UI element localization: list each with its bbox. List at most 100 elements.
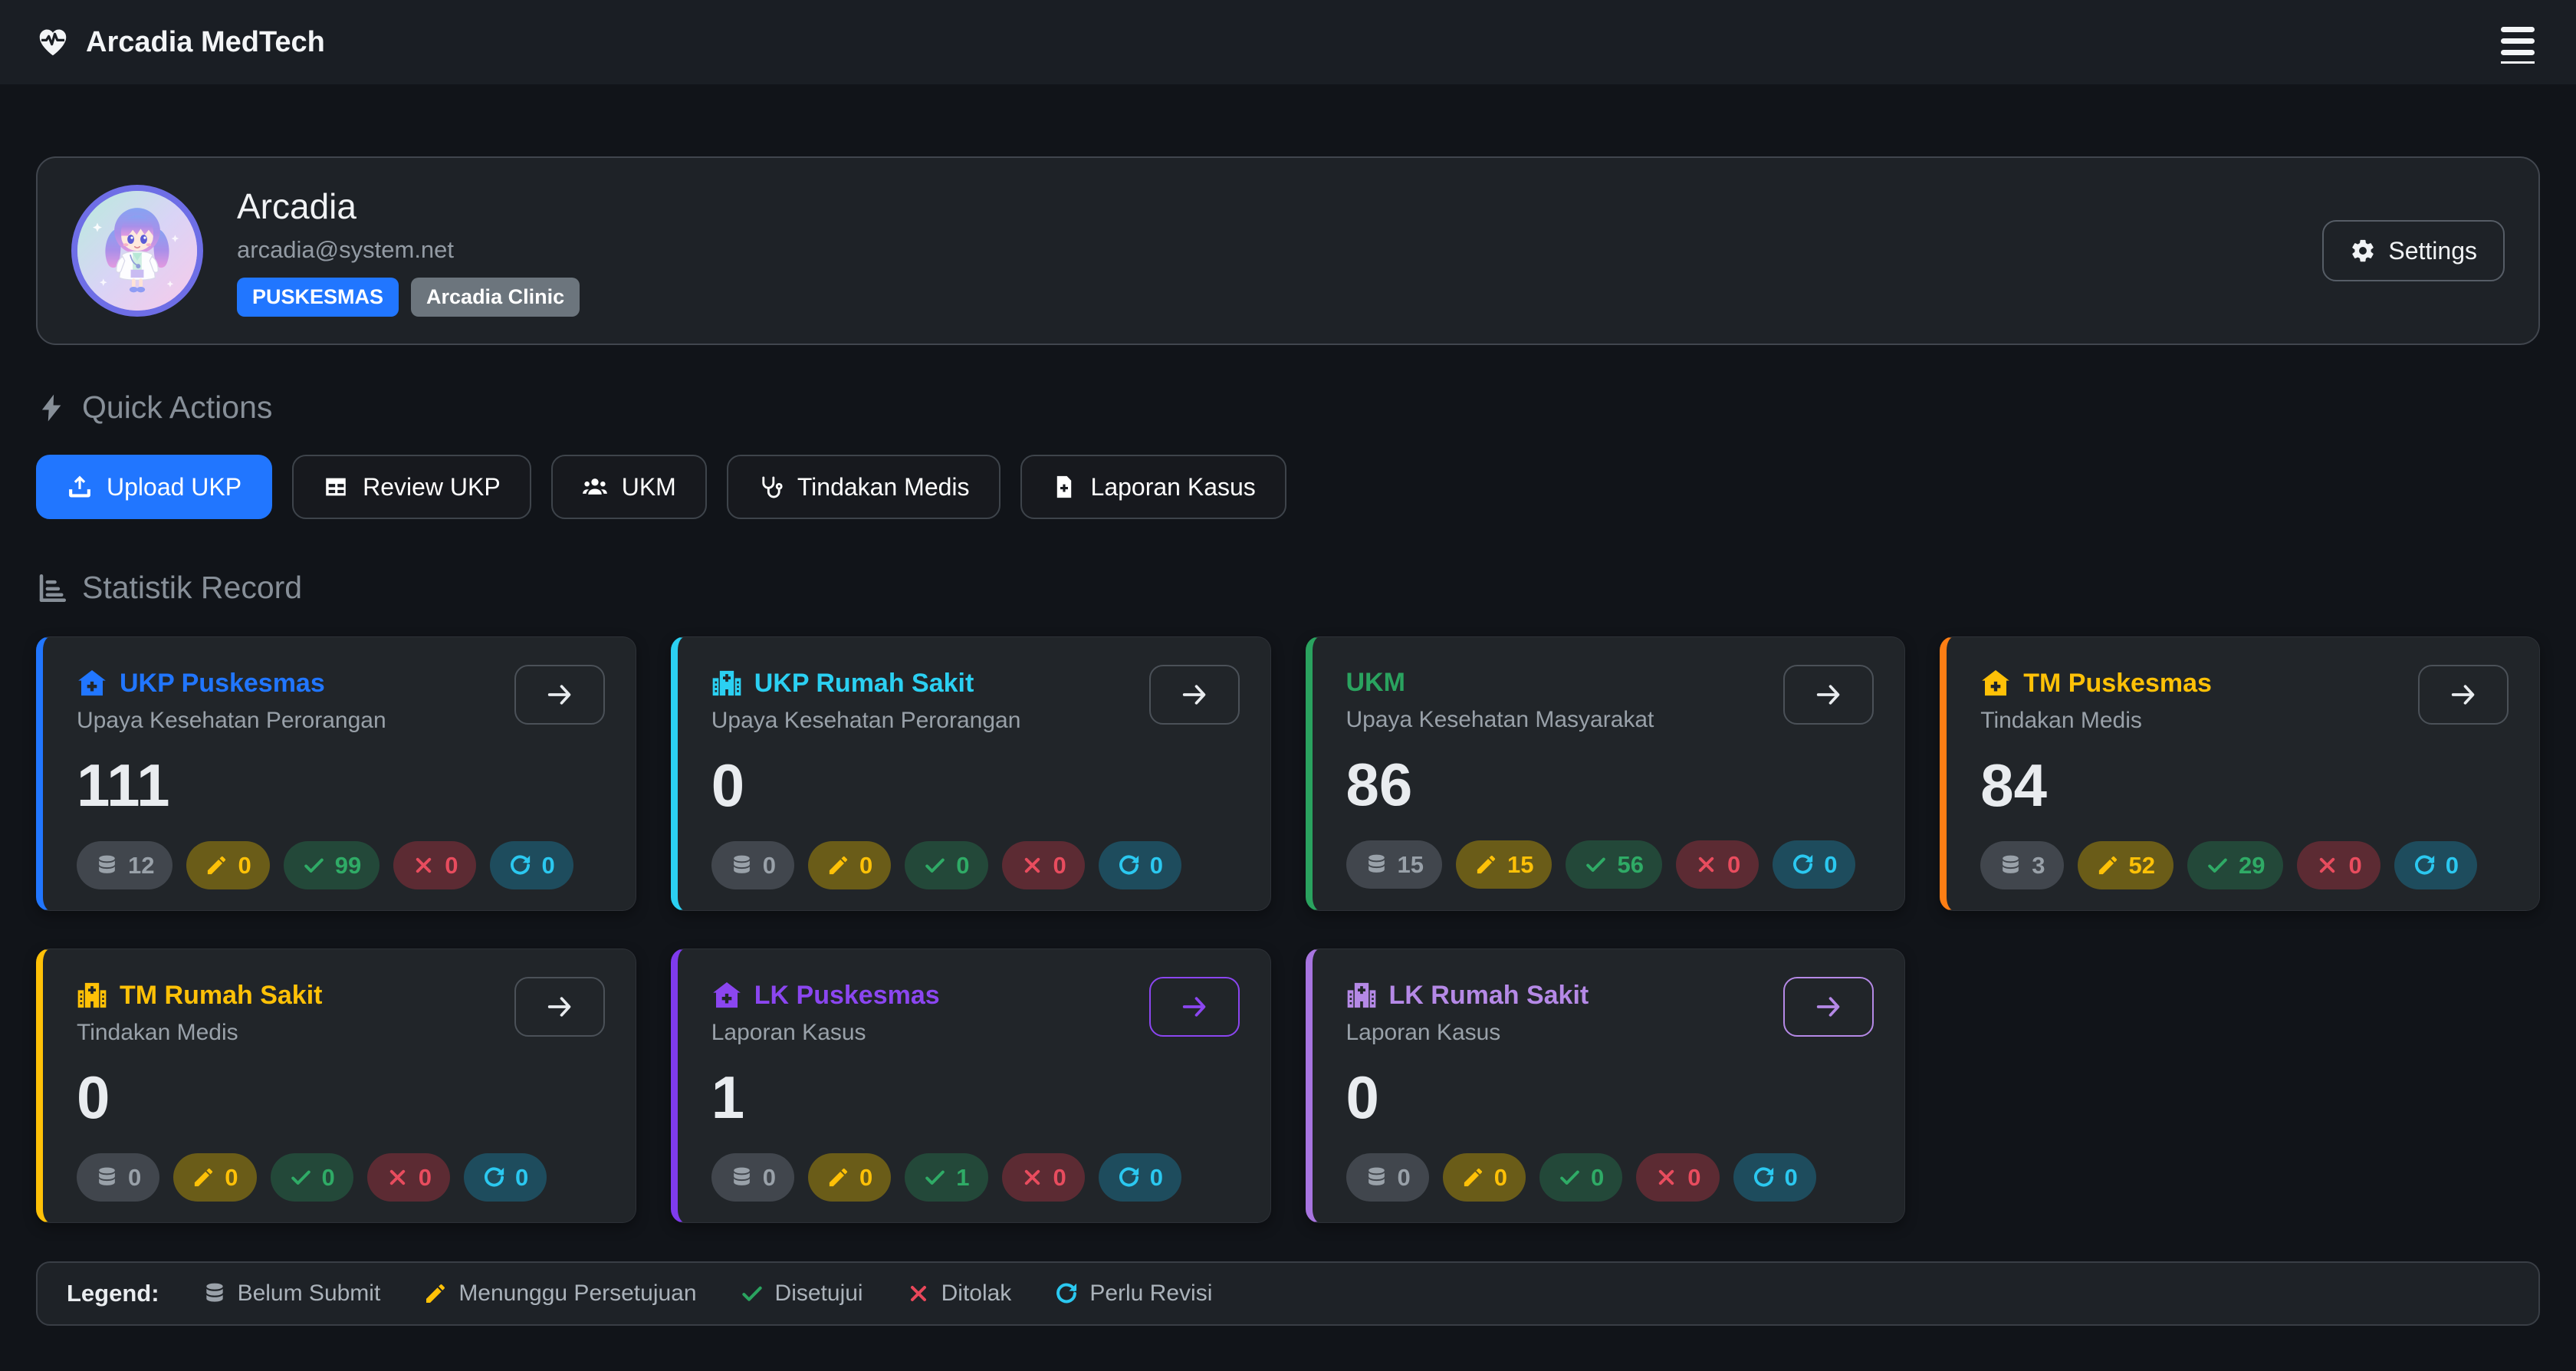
check-icon [1558,1166,1582,1189]
status-badges: 0 0 0 0 0 [711,841,1237,889]
disetujui-badge: 0 [905,841,987,889]
ukm-button[interactable]: UKM [551,455,707,519]
status-badges: 0 0 0 0 0 [1346,1153,1871,1202]
house-medical-icon [711,980,742,1011]
belum-submit-badge: 0 [711,1153,794,1202]
perlu-revisi-badge: 0 [1773,840,1855,889]
settings-button[interactable]: Settings [2322,220,2505,281]
belum-submit-badge: 12 [77,841,172,889]
stat-card-title: UKP Rumah Sakit [754,669,974,699]
house-medical-icon [1980,668,2011,699]
menunggu-persetujuan-badge: 0 [186,841,269,889]
stat-card-value: 1 [711,1067,1237,1127]
perlu-revisi-badge: 0 [1099,841,1181,889]
open-card-button[interactable] [2418,665,2509,725]
stat-card-ukp-puskesmas: UKP Puskesmas Upaya Kesehatan Perorangan… [36,636,636,911]
hospital-icon [1346,980,1377,1011]
arrow-right-icon [1179,991,1210,1022]
belum-submit-badge: 15 [1346,840,1442,889]
legend-bar: Legend: Belum Submit Menunggu Persetujua… [36,1261,2540,1326]
arrow-right-icon [1813,991,1844,1022]
open-card-button[interactable] [514,977,605,1037]
perlu-revisi-badge: 0 [2394,841,2477,889]
hospital-icon [77,980,107,1011]
check-icon [302,853,326,877]
x-icon [906,1281,931,1306]
pencil-icon [826,853,850,877]
pencil-icon [192,1166,215,1189]
statistics-heading: Statistik Record [36,570,2540,606]
menu-button[interactable] [2495,15,2541,70]
rotate-icon [482,1166,506,1189]
disetujui-badge: 99 [284,841,380,889]
x-icon [1020,1166,1044,1189]
house-medical-icon [77,668,107,699]
belum-submit-badge: 3 [1980,841,2063,889]
arrow-right-icon [1813,679,1844,710]
profile-name: Arcadia [237,186,580,227]
users-icon [582,474,608,500]
rotate-icon [2413,853,2436,877]
stat-card-tm-puskesmas: TM Puskesmas Tindakan Medis 84 3 52 29 0… [1940,636,2540,911]
pencil-icon [1474,853,1498,876]
database-icon [730,853,754,877]
stat-card-value: 84 [1980,755,2505,815]
disetujui-badge: 56 [1566,840,1661,889]
review-ukp-button[interactable]: Review UKP [292,455,531,519]
stat-card-title: TM Rumah Sakit [120,981,322,1011]
laporan-kasus-button[interactable]: Laporan Kasus [1020,455,1286,519]
tindakan-medis-button[interactable]: Tindakan Medis [727,455,1001,519]
stat-card-ukm: UKM Upaya Kesehatan Masyarakat 86 15 15 … [1306,636,1906,911]
status-badges: 0 0 1 0 0 [711,1153,1237,1202]
open-card-button[interactable] [1149,977,1240,1037]
pencil-icon [826,1166,850,1189]
arrow-right-icon [1179,679,1210,710]
legend-label: Legend: [67,1280,159,1307]
quick-actions-row: Upload UKP Review UKP UKM Tindakan Medis… [36,455,2540,519]
database-icon [95,1166,119,1189]
legend-item-perlu-revisi: Perlu Revisi [1054,1281,1212,1307]
x-icon [412,853,435,877]
menunggu-persetujuan-badge: 0 [173,1153,256,1202]
belum-submit-badge: 0 [1346,1153,1429,1202]
status-badges: 3 52 29 0 0 [1980,841,2505,889]
open-card-button[interactable] [1149,665,1240,725]
chart-icon [36,572,68,604]
open-card-button[interactable] [1783,665,1874,725]
upload-ukp-button[interactable]: Upload UKP [36,455,272,519]
quick-actions-heading: Quick Actions [36,390,2540,426]
menunggu-persetujuan-badge: 0 [808,841,891,889]
open-card-button[interactable] [514,665,605,725]
stat-card-grid: UKP Puskesmas Upaya Kesehatan Perorangan… [36,636,2540,1223]
file-medical-icon [1051,474,1077,500]
rotate-icon [1752,1166,1776,1189]
belum-submit-badge: 0 [77,1153,159,1202]
table-cells-icon [323,474,349,500]
pencil-icon [2096,853,2120,877]
disetujui-badge: 0 [271,1153,353,1202]
profile-email: arcadia@system.net [237,236,580,264]
status-badges: 15 15 56 0 0 [1346,840,1871,889]
arrow-right-icon [2448,679,2479,710]
database-icon [202,1281,227,1306]
legend-item-belum-submit: Belum Submit [202,1281,381,1307]
stat-card-tm-rumah-sakit: TM Rumah Sakit Tindakan Medis 0 0 0 0 0 … [36,949,636,1223]
legend-item-menunggu-persetujuan: Menunggu Persetujuan [423,1281,696,1307]
x-icon [1020,853,1044,877]
rotate-icon [1791,853,1815,876]
legend-item-disetujui: Disetujui [740,1281,863,1307]
ditolak-badge: 0 [367,1153,450,1202]
ditolak-badge: 0 [1676,840,1759,889]
heart-pulse-icon [35,25,71,60]
perlu-revisi-badge: 0 [490,841,573,889]
x-icon [1694,853,1718,876]
disetujui-badge: 29 [2187,841,2283,889]
legend-item-ditolak: Ditolak [906,1281,1012,1307]
check-icon [923,853,947,877]
stat-card-title: UKM [1346,668,1405,698]
ditolak-badge: 0 [1636,1153,1719,1202]
check-icon [923,1166,947,1189]
profile-badges: PUSKESMAS Arcadia Clinic [237,278,580,317]
open-card-button[interactable] [1783,977,1874,1037]
top-navbar: Arcadia MedTech [0,0,2576,84]
